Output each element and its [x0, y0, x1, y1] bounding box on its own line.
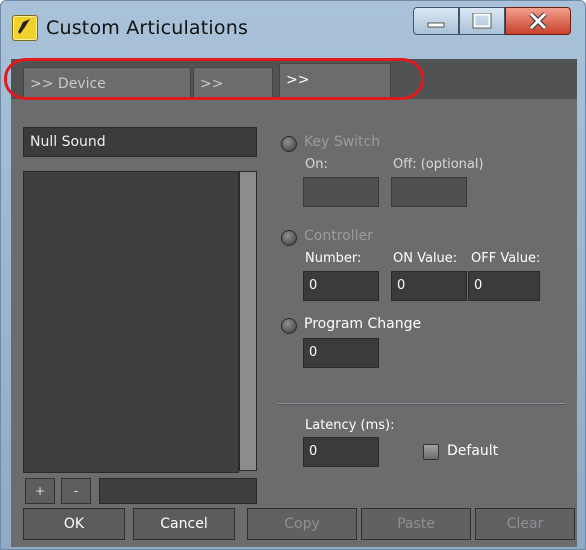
program-change-label: Program Change: [304, 316, 422, 332]
copy-button[interactable]: Copy: [247, 508, 357, 540]
controller-radio[interactable]: [281, 230, 297, 246]
custom-articulations-window: Custom Articulations >> Device Descripti…: [0, 0, 586, 550]
sound-list[interactable]: [23, 171, 239, 473]
cancel-button[interactable]: Cancel: [133, 508, 235, 540]
controller-on-value-field[interactable]: 0: [391, 271, 467, 301]
close-button[interactable]: [505, 7, 571, 35]
controller-label: Controller: [304, 228, 373, 244]
window-controls: [413, 7, 571, 37]
ok-button[interactable]: OK: [23, 508, 125, 540]
title-bar[interactable]: Custom Articulations: [1, 1, 585, 57]
controller-off-value-field[interactable]: 0: [468, 271, 540, 301]
paste-button[interactable]: Paste: [361, 508, 471, 540]
key-switch-off-field[interactable]: [391, 177, 467, 207]
program-change-radio[interactable]: [281, 318, 297, 334]
close-icon: [529, 12, 547, 30]
sound-name-field[interactable]: Null Sound: [23, 127, 257, 157]
program-change-field[interactable]: 0: [303, 338, 379, 368]
new-item-field[interactable]: [99, 478, 257, 504]
key-switch-on-label: On:: [305, 157, 328, 172]
key-switch-on-field[interactable]: [303, 177, 379, 207]
default-checkbox[interactable]: [423, 444, 439, 460]
dialog-content: >> Device Description >> Sound >> Instru…: [11, 59, 577, 547]
default-label: Default: [447, 443, 499, 459]
latency-label: Latency (ms):: [305, 418, 395, 433]
tab-instrument[interactable]: >> Instrument: [279, 63, 391, 120]
sound-list-scrollbar[interactable]: [239, 171, 257, 471]
clear-button[interactable]: Clear: [475, 508, 575, 540]
maximize-icon: [472, 13, 492, 29]
controller-number-field[interactable]: 0: [303, 271, 379, 301]
tab-device-description[interactable]: >> Device Description: [23, 67, 191, 124]
window-title: Custom Articulations: [46, 17, 249, 39]
app-logo-icon: [12, 15, 38, 41]
controller-off-value-label: OFF Value:: [471, 251, 541, 266]
add-button[interactable]: +: [25, 478, 55, 504]
instrument-panel: Null Sound + - Key Switch On: Off: (opti…: [11, 99, 577, 547]
key-switch-off-label: Off: (optional): [393, 157, 484, 172]
minimize-button[interactable]: [413, 7, 459, 35]
maximize-button[interactable]: [459, 7, 505, 35]
remove-button[interactable]: -: [61, 478, 91, 504]
controller-number-label: Number:: [305, 251, 362, 266]
section-divider: [277, 403, 565, 405]
tab-sound[interactable]: >> Sound: [193, 67, 273, 124]
key-switch-label: Key Switch: [304, 134, 381, 150]
controller-on-value-label: ON Value:: [393, 251, 458, 266]
minimize-icon: [427, 22, 445, 28]
key-switch-radio[interactable]: [281, 136, 297, 152]
latency-field[interactable]: 0: [303, 437, 379, 467]
